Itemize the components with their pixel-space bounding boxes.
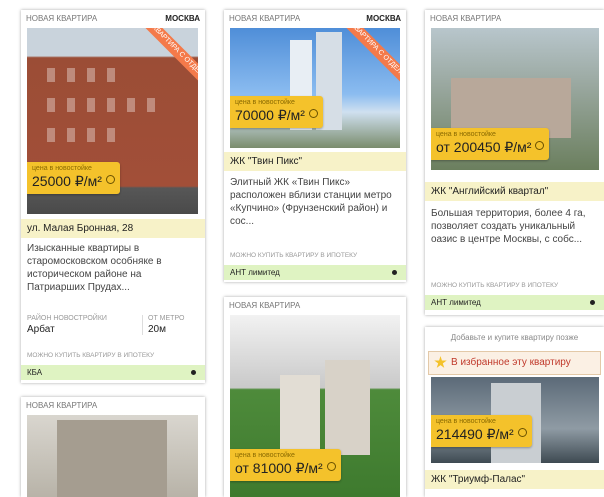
listing-type: НОВАЯ КВАРТИРА [229, 13, 301, 23]
district-label: РАЙОН НОВОСТРОЙКИ [27, 315, 107, 322]
dot-icon [191, 370, 196, 375]
price-label: цена в новостойке [235, 99, 295, 106]
developer-bar[interactable]: АНТ лимитед [224, 265, 406, 280]
developer-name: АНТ лимитед [431, 298, 481, 307]
dot-icon [590, 300, 595, 305]
price-tag: цена в новостойке от 200450 ₽/м² [431, 128, 550, 160]
listing-description: Изысканные квартиры в старомосковском ос… [27, 243, 162, 293]
listing-card-english-quarter[interactable]: НОВАЯ КВАРТИРА цена в новостойке от 2004… [425, 10, 604, 315]
star-icon [434, 356, 447, 368]
listing-photo[interactable]: цена в новостойке от 81000 ₽/м² [230, 315, 400, 497]
metro-value: 20м [148, 324, 166, 335]
listing-card-triumph-palace[interactable]: Добавьте и купите квартиру позже В избра… [425, 327, 604, 497]
listing-city: МОСКВА [165, 13, 200, 23]
district-value: Арбат [27, 324, 55, 335]
listing-title[interactable]: ЖК "Английский квартал" [425, 182, 604, 201]
listing-photo[interactable]: цена в новостойке 214490 ₽/м² [431, 377, 599, 463]
listing-title[interactable]: ЖК "Триумф-Палас" [425, 470, 604, 489]
listing-photo[interactable]: КВАРТИРА С ОТДЕЛКОЙ цена в новостойке 25… [27, 28, 198, 214]
mortgage-note: МОЖНО КУПИТЬ КВАРТИРУ В ИПОТЕКУ [431, 282, 559, 289]
listing-card-twin-peaks[interactable]: НОВАЯ КВАРТИРА МОСКВА КВАРТИРА С ОТДЕЛКО… [224, 10, 406, 282]
price-value: 25000 ₽/м² [32, 173, 102, 189]
price-label: цена в новостойке [436, 418, 496, 425]
card-header: НОВАЯ КВАРТИРА МОСКВА [21, 10, 205, 26]
listing-photo[interactable]: КВАРТИРА С ОТДЕЛКОЙ цена в новостойке 70… [230, 28, 400, 148]
listing-title[interactable]: ЖК "Твин Пикс" [224, 152, 406, 171]
coin-icon [105, 175, 115, 184]
price-tag: цена в новостойке 70000 ₽/м² [230, 96, 323, 128]
listing-card-malaya-bronnaya[interactable]: НОВАЯ КВАРТИРА МОСКВА КВАРТИРА С ОТДЕЛКО… [21, 10, 205, 383]
listing-type: НОВАЯ КВАРТИРА [229, 300, 301, 310]
price-tag: цена в новостойке от 81000 ₽/м² [230, 449, 341, 481]
dot-icon [392, 270, 397, 275]
price-label: цена в новостойке [436, 131, 496, 138]
add-to-favorites-button[interactable]: В избранное эту квартиру [428, 351, 601, 375]
coin-icon [326, 462, 336, 471]
coin-icon [308, 109, 318, 118]
price-tag: цена в новостойке 25000 ₽/м² [27, 162, 120, 194]
price-label: цена в новостойке [32, 165, 92, 172]
coin-icon [535, 141, 545, 150]
card-header: НОВАЯ КВАРТИРА [425, 10, 604, 26]
listing-photo[interactable]: цена в новостойке от 200450 ₽/м² [431, 28, 599, 170]
mortgage-note: МОЖНО КУПИТЬ КВАРТИРУ В ИПОТЕКУ [230, 252, 358, 259]
finish-ribbon: КВАРТИРА С ОТДЕЛКОЙ [337, 28, 400, 98]
listing-photo[interactable] [27, 415, 198, 497]
mortgage-note: МОЖНО КУПИТЬ КВАРТИРУ В ИПОТЕКУ [27, 352, 155, 359]
price-label: цена в новостойке [235, 452, 295, 459]
metro-label: ОТ МЕТРО [148, 315, 185, 322]
price-value: от 81000 ₽/м² [235, 460, 323, 476]
listing-card-4[interactable]: НОВАЯ КВАРТИРА [21, 397, 205, 497]
developer-name: АНТ лимитед [230, 268, 280, 277]
developer-bar[interactable]: КБА [21, 365, 205, 380]
price-value: 214490 ₽/м² [436, 426, 514, 442]
listing-meta: РАЙОН НОВОСТРОЙКИ Арбат ОТ МЕТРО 20м [27, 315, 199, 335]
listing-type: НОВАЯ КВАРТИРА [430, 13, 502, 23]
finish-ribbon: КВАРТИРА С ОТДЕЛКОЙ [138, 28, 198, 100]
listing-city: МОСКВА [366, 13, 401, 23]
favorites-label: В избранное эту квартиру [451, 357, 571, 368]
price-value: 70000 ₽/м² [235, 107, 305, 123]
price-tag: цена в новостойке 214490 ₽/м² [431, 415, 532, 447]
developer-bar[interactable]: АНТ лимитед [425, 295, 604, 310]
listing-description: Элитный ЖК «Твин Пикс» расположен вблизи… [230, 177, 392, 227]
listing-type: НОВАЯ КВАРТИРА [26, 400, 98, 410]
add-later-note: Добавьте и купите квартиру позже [450, 333, 579, 342]
card-header: НОВАЯ КВАРТИРА МОСКВА [224, 10, 406, 26]
listing-card-5[interactable]: НОВАЯ КВАРТИРА цена в новостойке от 8100… [224, 297, 406, 497]
card-header: НОВАЯ КВАРТИРА [224, 297, 406, 313]
listing-type: НОВАЯ КВАРТИРА [26, 13, 98, 23]
card-header: НОВАЯ КВАРТИРА [21, 397, 205, 413]
price-value: от 200450 ₽/м² [436, 139, 532, 155]
coin-icon [517, 428, 527, 437]
developer-name: КБА [27, 368, 43, 377]
listing-description: Большая территория, более 4 га, позволяе… [431, 208, 586, 245]
listing-title[interactable]: ул. Малая Бронная, 28 [21, 219, 205, 238]
